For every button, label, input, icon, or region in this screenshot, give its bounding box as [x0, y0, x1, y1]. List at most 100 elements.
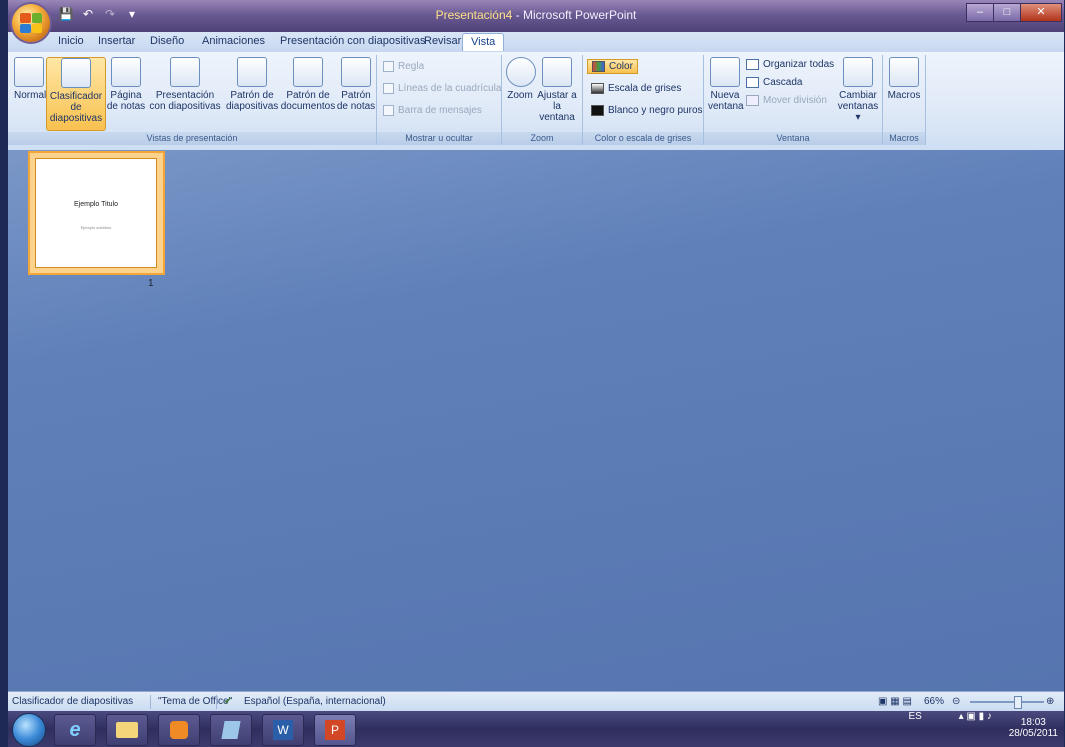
- language-indicator[interactable]: ES: [908, 711, 921, 722]
- clock-date: 28/05/2011: [1008, 728, 1058, 739]
- color-swatch-icon: [592, 61, 605, 72]
- group-ventana: Nueva ventana Organizar todas Cascada Mo…: [704, 55, 883, 145]
- normal-view-icon: [14, 57, 44, 87]
- status-theme[interactable]: "Tema de Office": [158, 696, 232, 707]
- status-bar: Clasificador de diapositivas "Tema de Of…: [8, 691, 1064, 712]
- app-name: - Microsoft PowerPoint: [512, 8, 637, 22]
- status-language[interactable]: Español (España, internacional): [244, 696, 386, 707]
- pagina-notas-button[interactable]: Página de notas: [106, 57, 146, 112]
- view-buttons[interactable]: ▣ ▦ ▤: [878, 696, 912, 707]
- patron-doc-label-1: Patrón de: [286, 90, 330, 101]
- spellcheck-icon[interactable]: ✔: [224, 696, 232, 707]
- handout-master-icon: [293, 57, 323, 87]
- magnifier-icon: [506, 57, 536, 87]
- clasificador-button[interactable]: Clasificador de diapositivas: [46, 57, 106, 131]
- zoom-label: Zoom: [507, 90, 533, 101]
- normal-label: Normal: [14, 90, 47, 101]
- group-macros: Macros Macros: [883, 55, 926, 145]
- nueva-label-2: ventana: [708, 101, 744, 112]
- tab-inicio[interactable]: Inicio: [58, 35, 84, 47]
- clock-time: 18:03: [1020, 717, 1046, 728]
- color-button[interactable]: Color: [587, 59, 638, 74]
- macros-button[interactable]: Macros: [887, 57, 921, 101]
- zoom-slider-thumb[interactable]: [1014, 696, 1022, 709]
- tab-animaciones[interactable]: Animaciones: [202, 35, 265, 47]
- presentacion-button[interactable]: Presentación con diapositivas: [148, 57, 222, 112]
- title-bar: 💾 ↶ ↷ ▾ Presentación4 - Microsoft PowerP…: [8, 0, 1064, 32]
- slide-number: 1: [148, 278, 154, 289]
- folder-icon[interactable]: [106, 714, 148, 746]
- cambiar-ventanas-button[interactable]: Cambiar ventanas ▾: [836, 57, 880, 123]
- patron-documentos-button[interactable]: Patrón de documentos: [280, 57, 336, 112]
- zoom-out-icon[interactable]: ⊝: [952, 696, 960, 707]
- normal-button[interactable]: Normal: [14, 57, 47, 101]
- window-title: Presentación4 - Microsoft PowerPoint: [8, 8, 1064, 22]
- slide-thumbnail-selected[interactable]: Ejemplo Titulo Ejemplo subtítulo: [28, 151, 165, 275]
- slide-show-icon: [170, 57, 200, 87]
- regla-checkbox[interactable]: Regla: [383, 61, 424, 72]
- patron-notas-label-1: Patrón: [341, 90, 371, 101]
- mover-division-button[interactable]: Mover división: [746, 95, 827, 106]
- black-white-icon: [591, 105, 604, 116]
- color-label: Color: [609, 61, 633, 72]
- start-button[interactable]: [12, 713, 46, 747]
- arrange-all-icon: [746, 59, 759, 70]
- tray-icons[interactable]: ▴ ▣ ▮ ♪: [959, 711, 992, 722]
- slide-master-icon: [237, 57, 267, 87]
- nueva-ventana-button[interactable]: Nueva ventana: [708, 57, 744, 112]
- patron-doc-label-2: documentos: [280, 101, 336, 112]
- new-window-icon: [710, 57, 740, 87]
- grayscale-icon: [591, 83, 604, 94]
- patron-notas-button[interactable]: Patrón de notas: [336, 57, 376, 112]
- slide-sorter-icon: [61, 58, 91, 88]
- powerpoint-window: 💾 ↶ ↷ ▾ Presentación4 - Microsoft PowerP…: [8, 0, 1064, 747]
- word-icon[interactable]: W: [262, 714, 304, 746]
- presentacion-label-2: con diapositivas: [149, 101, 221, 112]
- cascada-button[interactable]: Cascada: [746, 77, 802, 88]
- fit-window-icon: [542, 57, 572, 87]
- media-player-icon[interactable]: [158, 714, 200, 746]
- tab-insertar[interactable]: Insertar: [98, 35, 135, 47]
- notes-page-icon: [111, 57, 141, 87]
- patron-diapositivas-button[interactable]: Patrón de diapositivas: [226, 57, 278, 112]
- status-separator: [216, 695, 217, 709]
- close-button[interactable]: ✕: [1020, 3, 1062, 22]
- minimize-button[interactable]: –: [966, 3, 994, 22]
- powerpoint-taskbar-icon[interactable]: P: [314, 714, 356, 746]
- barra-checkbox[interactable]: Barra de mensajes: [383, 105, 482, 116]
- slide-sorter-area[interactable]: Ejemplo Titulo Ejemplo subtítulo 1: [8, 150, 1064, 691]
- tab-diseno[interactable]: Diseño: [150, 35, 184, 47]
- zoom-in-icon[interactable]: ⊕: [1046, 696, 1054, 707]
- checkbox-icon: [383, 83, 394, 94]
- clock[interactable]: 18:03 28/05/2011: [1009, 717, 1058, 739]
- switch-windows-icon: [843, 57, 873, 87]
- escala-grises-button[interactable]: Escala de grises: [591, 83, 681, 94]
- tab-vista[interactable]: Vista: [462, 33, 505, 51]
- blanco-negro-button[interactable]: Blanco y negro puros: [591, 105, 703, 116]
- organizar-label: Organizar todas: [763, 59, 835, 70]
- group-label-ventana: Ventana: [704, 132, 882, 145]
- zoom-slider[interactable]: [970, 701, 1044, 703]
- tab-presentacion[interactable]: Presentación con diapositivas: [280, 35, 426, 47]
- internet-explorer-icon[interactable]: e: [54, 714, 96, 746]
- split-icon: [746, 95, 759, 106]
- macros-label: Macros: [887, 90, 921, 101]
- slide-title: Ejemplo Titulo: [74, 201, 118, 208]
- group-vistas-presentacion: Normal Clasificador de diapositivas Pági…: [8, 55, 377, 145]
- regla-label: Regla: [398, 61, 425, 72]
- office-button[interactable]: [12, 4, 50, 42]
- patron-diap-label-1: Patrón de: [230, 90, 274, 101]
- blanco-label: Blanco y negro puros: [608, 105, 703, 116]
- macros-icon: [889, 57, 919, 87]
- lineas-checkbox[interactable]: Líneas de la cuadrícula: [383, 83, 501, 94]
- tab-revisar[interactable]: Revisar: [424, 35, 461, 47]
- organizar-todas-button[interactable]: Organizar todas: [746, 59, 834, 70]
- clasificador-label-2: diapositivas: [49, 113, 103, 124]
- zoom-level[interactable]: 66%: [924, 696, 944, 707]
- ajustar-ventana-button[interactable]: Ajustar a la ventana: [536, 57, 578, 123]
- ribbon-tabs: Inicio Insertar Diseño Animaciones Prese…: [8, 32, 1064, 52]
- app-icon[interactable]: [210, 714, 252, 746]
- slide-thumbnail[interactable]: Ejemplo Titulo Ejemplo subtítulo: [35, 158, 157, 268]
- zoom-button[interactable]: Zoom: [506, 57, 536, 101]
- maximize-button[interactable]: □: [993, 3, 1021, 22]
